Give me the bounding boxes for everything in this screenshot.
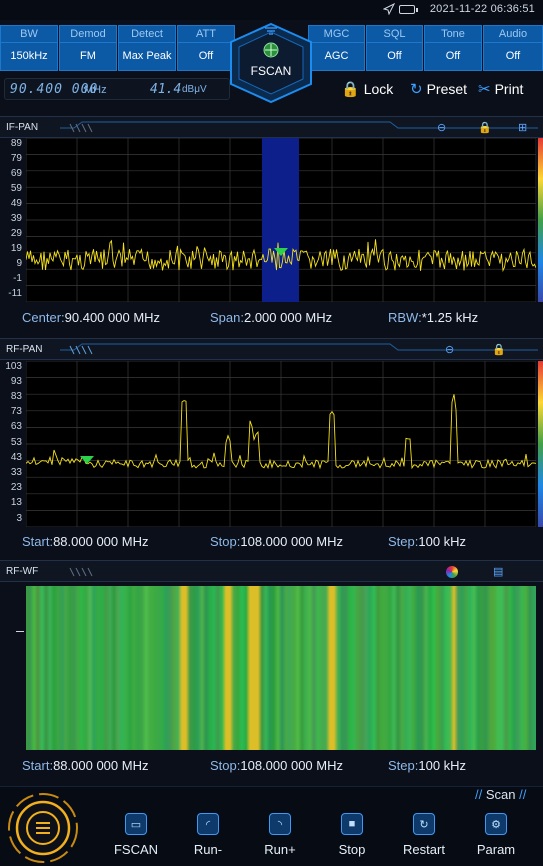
fscan-button[interactable]: ▭ FSCAN [106, 813, 166, 857]
lock-small-icon[interactable]: 🔒 [492, 343, 506, 356]
stop-button[interactable]: ■ Stop [322, 813, 382, 857]
location-icon [383, 3, 395, 15]
lock-icon: 🔒 [341, 81, 360, 98]
fscan-icon: ▭ [125, 813, 147, 835]
mode-label: FSCAN [250, 64, 292, 78]
param-bw[interactable]: BW 150kHz [0, 25, 58, 71]
lock-small-icon[interactable]: 🔒 [478, 121, 492, 134]
mode-badge[interactable] [225, 20, 317, 106]
rf-pan-step: Step:100 kHz [388, 534, 467, 549]
param-tone[interactable]: Tone Off [424, 25, 482, 71]
param-icon: ⚙ [485, 813, 507, 835]
refresh-icon: ↻ [410, 81, 423, 98]
marker-tick [16, 631, 24, 632]
link-icon[interactable]: ⊖ [445, 343, 454, 356]
rf-wf-header: RF-WF ▤ [0, 560, 543, 582]
color-scale-bar [538, 361, 543, 527]
param-audio[interactable]: Audio Off [483, 25, 543, 71]
link-icon[interactable]: ⊖ [437, 121, 446, 134]
rf-wf-title: RF-WF [6, 566, 39, 577]
if-pan-title: IF-PAN [6, 122, 39, 133]
scissors-icon: ✂ [478, 81, 491, 98]
restart-button[interactable]: ↻ Restart [394, 813, 454, 857]
frequency-unit: MHz [84, 84, 107, 96]
rf-pan-title: RF-PAN [6, 344, 43, 355]
if-pan-center: Center:90.400 000 MHz [22, 310, 161, 325]
rf-wf-start: Start:88.000 000 MHz [22, 758, 149, 773]
rf-wf-stop: Stop:108.000 000 MHz [210, 758, 343, 773]
param-sql[interactable]: SQL Off [366, 25, 423, 71]
stop-icon: ■ [341, 813, 363, 835]
list-icon[interactable]: ▤ [493, 565, 503, 578]
if-pan-header: IF-PAN ⊖ 🔒 ⊞ [0, 116, 543, 138]
lock-button[interactable]: 🔒 Lock [341, 80, 393, 98]
if-bandwidth-marker [262, 138, 299, 302]
rf-pan-plot[interactable] [26, 361, 536, 527]
grid-icon[interactable]: ⊞ [518, 121, 527, 134]
status-bar: 2021-11-22 06:36:51 [0, 0, 543, 20]
if-pan-rbw: RBW:*1.25 kHz [388, 310, 479, 325]
rf-pan-y-axis: 103 93 83 73 63 53 43 33 23 13 3 [5, 361, 22, 524]
run-minus-icon: ◜ [197, 813, 219, 835]
param-demod[interactable]: Demod FM [59, 25, 117, 71]
header-decoration [60, 121, 538, 133]
run-plus-icon: ◝ [269, 813, 291, 835]
param-button[interactable]: ⚙ Param [466, 813, 526, 857]
main-menu-button[interactable] [6, 791, 80, 865]
if-pan-plot[interactable] [26, 138, 536, 302]
run-plus-button[interactable]: ◝ Run+ [250, 813, 310, 857]
rf-pan-stop: Stop:108.000 000 MHz [210, 534, 343, 549]
if-pan-span: Span:2.000 000 MHz [210, 310, 333, 325]
scan-tag: // Scan // [475, 787, 527, 802]
rf-wf-step: Step:100 kHz [388, 758, 467, 773]
rf-pan-header: RF-PAN ⊖ 🔒 [0, 338, 543, 360]
color-scale-bar [538, 138, 543, 302]
print-button[interactable]: ✂ Print [478, 80, 523, 98]
color-palette-icon[interactable] [446, 566, 458, 578]
status-datetime: 2021-11-22 06:36:51 [429, 3, 535, 15]
rf-pan-start: Start:88.000 000 MHz [22, 534, 149, 549]
header-decoration [60, 343, 538, 355]
header-decoration [69, 567, 93, 577]
marker-triangle [80, 456, 94, 464]
battery-icon [399, 5, 418, 14]
run-minus-button[interactable]: ◜ Run- [178, 813, 238, 857]
param-detect[interactable]: Detect Max Peak [118, 25, 176, 71]
restart-icon: ↻ [413, 813, 435, 835]
preset-button[interactable]: ↻ Preset [410, 80, 467, 98]
level-unit: dBμV [182, 84, 207, 95]
level-value: 41.4 [150, 82, 182, 97]
rf-waterfall[interactable] [26, 586, 536, 750]
if-pan-y-axis: 89 79 69 59 49 39 29 19 9 -1 -11 [8, 138, 22, 299]
